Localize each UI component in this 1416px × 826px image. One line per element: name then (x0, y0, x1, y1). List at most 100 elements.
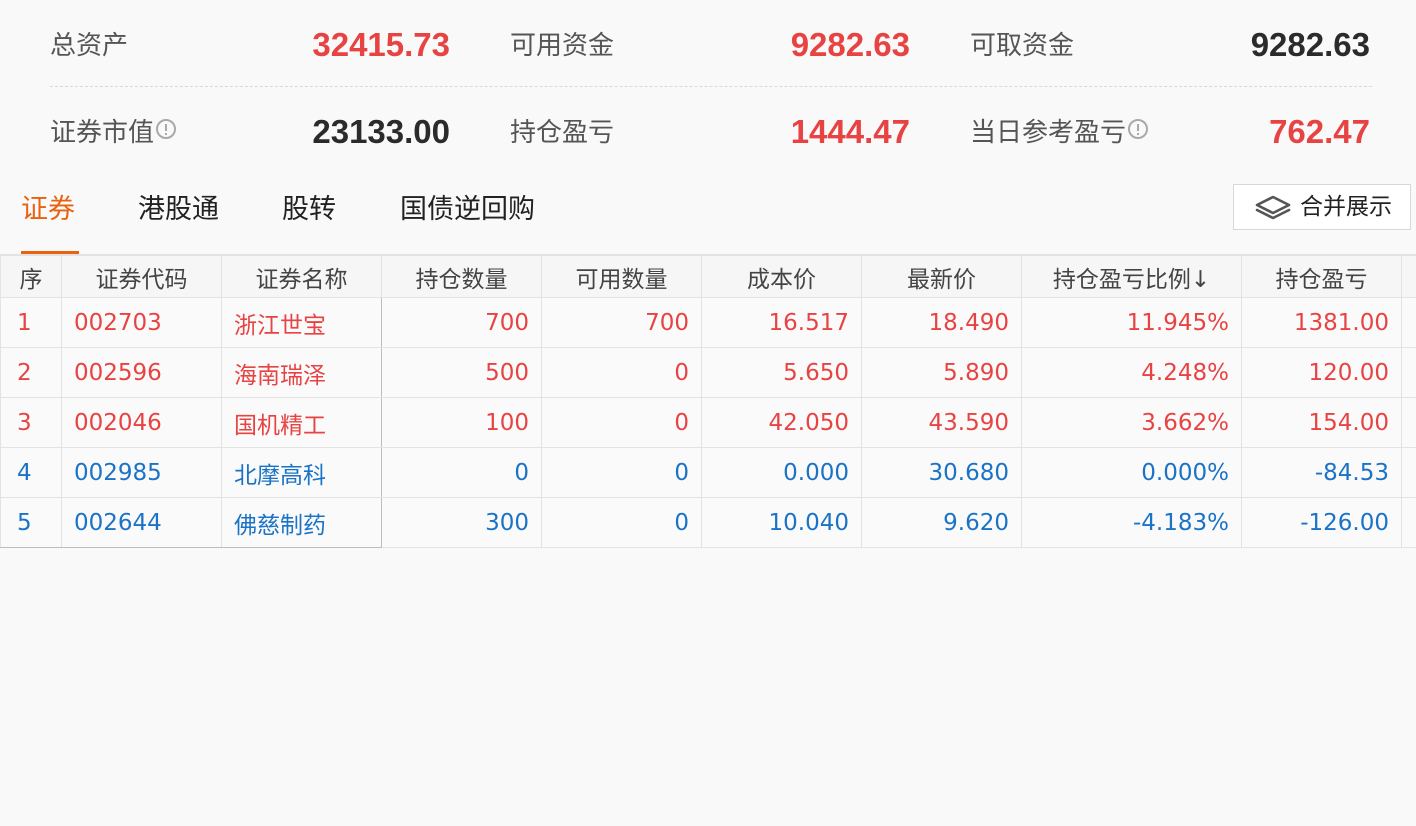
daily-pnl-label-wrap: 当日参考盈亏 (970, 116, 1149, 150)
table-header-row: 序 证券代码 证券名称 持仓数量 可用数量 成本价 最新价 持仓盈亏比例↓ 持仓… (0, 255, 1416, 298)
cell-available: 700 (541, 297, 702, 348)
cell-last-price: 9.620 (861, 497, 1022, 548)
positions-table: 序 证券代码 证券名称 持仓数量 可用数量 成本价 最新价 持仓盈亏比例↓ 持仓… (0, 255, 1416, 548)
cell-pnl: -84.53 (1241, 447, 1402, 498)
cell-index: 2 (0, 347, 62, 398)
info-icon[interactable] (1128, 119, 1149, 139)
cell-code: 002644 (61, 497, 222, 548)
total-assets-label: 总资产 (50, 31, 129, 61)
cell-code: 002985 (61, 447, 222, 498)
col-header-cost[interactable]: 成本价 (701, 255, 862, 298)
tab-hk-connect[interactable]: 港股通 (138, 192, 219, 254)
cell-quantity: 300 (381, 497, 542, 548)
position-pnl-label: 持仓盈亏 (510, 118, 615, 148)
position-pnl-value: 1444.47 (790, 113, 910, 150)
info-icon[interactable] (156, 119, 177, 139)
layers-icon (1255, 195, 1291, 220)
withdrawable-funds-label: 可取资金 (970, 31, 1075, 61)
position-pnl-item: 持仓盈亏 1444.47 (510, 87, 910, 173)
cell-cost: 0.000 (701, 447, 862, 498)
summary-row-1: 总资产 32415.73 可用资金 9282.63 可取资金 9282.63 (50, 0, 1372, 87)
tab-label: 证券 (21, 194, 75, 225)
market-value-value: 23133.00 (312, 113, 450, 150)
cell-quantity: 0 (381, 447, 542, 498)
cell-name: 海南瑞泽 (221, 347, 382, 398)
available-funds-value: 9282.63 (790, 26, 910, 63)
cell-pnl-ratio: -4.183% (1021, 497, 1242, 548)
cell-cost: 10.040 (701, 497, 862, 548)
cell-pnl-ratio: 3.662% (1021, 397, 1242, 448)
cell-pnl-ratio: 11.945% (1021, 297, 1242, 348)
cell-name: 北摩高科 (221, 447, 382, 498)
withdrawable-funds-value: 9282.63 (1250, 26, 1370, 63)
col-header-code[interactable]: 证券代码 (61, 255, 222, 298)
cell-code: 002596 (61, 347, 222, 398)
cell-available: 0 (541, 347, 702, 398)
tab-label: 股转 (282, 194, 336, 225)
daily-pnl-item: 当日参考盈亏 762.47 (970, 87, 1370, 173)
cell-pnl: -126.00 (1241, 497, 1402, 548)
cell-pnl: 120.00 (1241, 347, 1402, 398)
table-row[interactable]: 3 002046 国机精工 100 0 42.050 43.590 3.662%… (0, 397, 1416, 448)
cell-pnl: 154.00 (1241, 397, 1402, 448)
tab-neeq[interactable]: 股转 (282, 192, 336, 254)
cell-cost: 42.050 (701, 397, 862, 448)
market-value-label-wrap: 证券市值 (50, 116, 177, 150)
table-row[interactable]: 1 002703 浙江世宝 700 700 16.517 18.490 11.9… (0, 297, 1416, 348)
cell-name: 国机精工 (221, 397, 382, 448)
withdrawable-funds-item: 可取资金 9282.63 (970, 0, 1370, 86)
available-funds-item: 可用资金 9282.63 (510, 0, 910, 86)
col-header-filler (1401, 255, 1416, 298)
total-assets-value: 32415.73 (312, 26, 450, 63)
cell-filler (1401, 297, 1416, 348)
col-header-pnl-ratio[interactable]: 持仓盈亏比例↓ (1021, 255, 1242, 298)
cell-pnl: 1381.00 (1241, 297, 1402, 348)
col-header-pnl[interactable]: 持仓盈亏 (1241, 255, 1402, 298)
merge-display-label: 合并展示 (1300, 194, 1392, 220)
cell-index: 3 (0, 397, 62, 448)
cell-quantity: 700 (381, 297, 542, 348)
positions-table-wrap: 序 证券代码 证券名称 持仓数量 可用数量 成本价 最新价 持仓盈亏比例↓ 持仓… (0, 255, 1416, 548)
daily-pnl-label: 当日参考盈亏 (970, 118, 1127, 148)
market-value-label: 证券市值 (50, 118, 155, 148)
col-header-index[interactable]: 序 (0, 255, 62, 298)
tab-securities[interactable]: 证券 (21, 192, 79, 254)
cell-pnl-ratio: 0.000% (1021, 447, 1242, 498)
cell-filler (1401, 397, 1416, 448)
positions-panel: 总资产 32415.73 可用资金 9282.63 可取资金 9282.63 证… (0, 0, 1416, 826)
col-header-available[interactable]: 可用数量 (541, 255, 702, 298)
cell-index: 1 (0, 297, 62, 348)
account-summary: 总资产 32415.73 可用资金 9282.63 可取资金 9282.63 证… (50, 0, 1372, 170)
cell-cost: 16.517 (701, 297, 862, 348)
cell-filler (1401, 497, 1416, 548)
cell-name: 佛慈制药 (221, 497, 382, 548)
table-row[interactable]: 2 002596 海南瑞泽 500 0 5.650 5.890 4.248% 1… (0, 347, 1416, 398)
merge-display-button[interactable]: 合并展示 (1233, 184, 1411, 230)
summary-row-2: 证券市值 23133.00 持仓盈亏 1444.47 当日参考盈亏 762.47 (50, 87, 1372, 173)
cell-pnl-ratio: 4.248% (1021, 347, 1242, 398)
cell-last-price: 43.590 (861, 397, 1022, 448)
cell-last-price: 18.490 (861, 297, 1022, 348)
cell-last-price: 5.890 (861, 347, 1022, 398)
cell-quantity: 100 (381, 397, 542, 448)
cell-available: 0 (541, 447, 702, 498)
cell-quantity: 500 (381, 347, 542, 398)
total-assets-item: 总资产 32415.73 (50, 0, 450, 86)
tab-reverse-repo[interactable]: 国债逆回购 (400, 192, 535, 254)
table-row[interactable]: 5 002644 佛慈制药 300 0 10.040 9.620 -4.183%… (0, 497, 1416, 548)
active-tab-indicator (21, 251, 79, 254)
cell-code: 002046 (61, 397, 222, 448)
cell-name: 浙江世宝 (221, 297, 382, 348)
daily-pnl-value: 762.47 (1269, 113, 1370, 150)
col-header-quantity[interactable]: 持仓数量 (381, 255, 542, 298)
cell-index: 5 (0, 497, 62, 548)
market-value-item: 证券市值 23133.00 (50, 87, 450, 173)
table-row[interactable]: 4 002985 北摩高科 0 0 0.000 30.680 0.000% -8… (0, 447, 1416, 498)
cell-cost: 5.650 (701, 347, 862, 398)
col-header-name[interactable]: 证券名称 (221, 255, 382, 298)
available-funds-label: 可用资金 (510, 31, 615, 61)
col-header-last-price[interactable]: 最新价 (861, 255, 1022, 298)
cell-index: 4 (0, 447, 62, 498)
cell-available: 0 (541, 397, 702, 448)
tab-label: 港股通 (138, 194, 219, 225)
